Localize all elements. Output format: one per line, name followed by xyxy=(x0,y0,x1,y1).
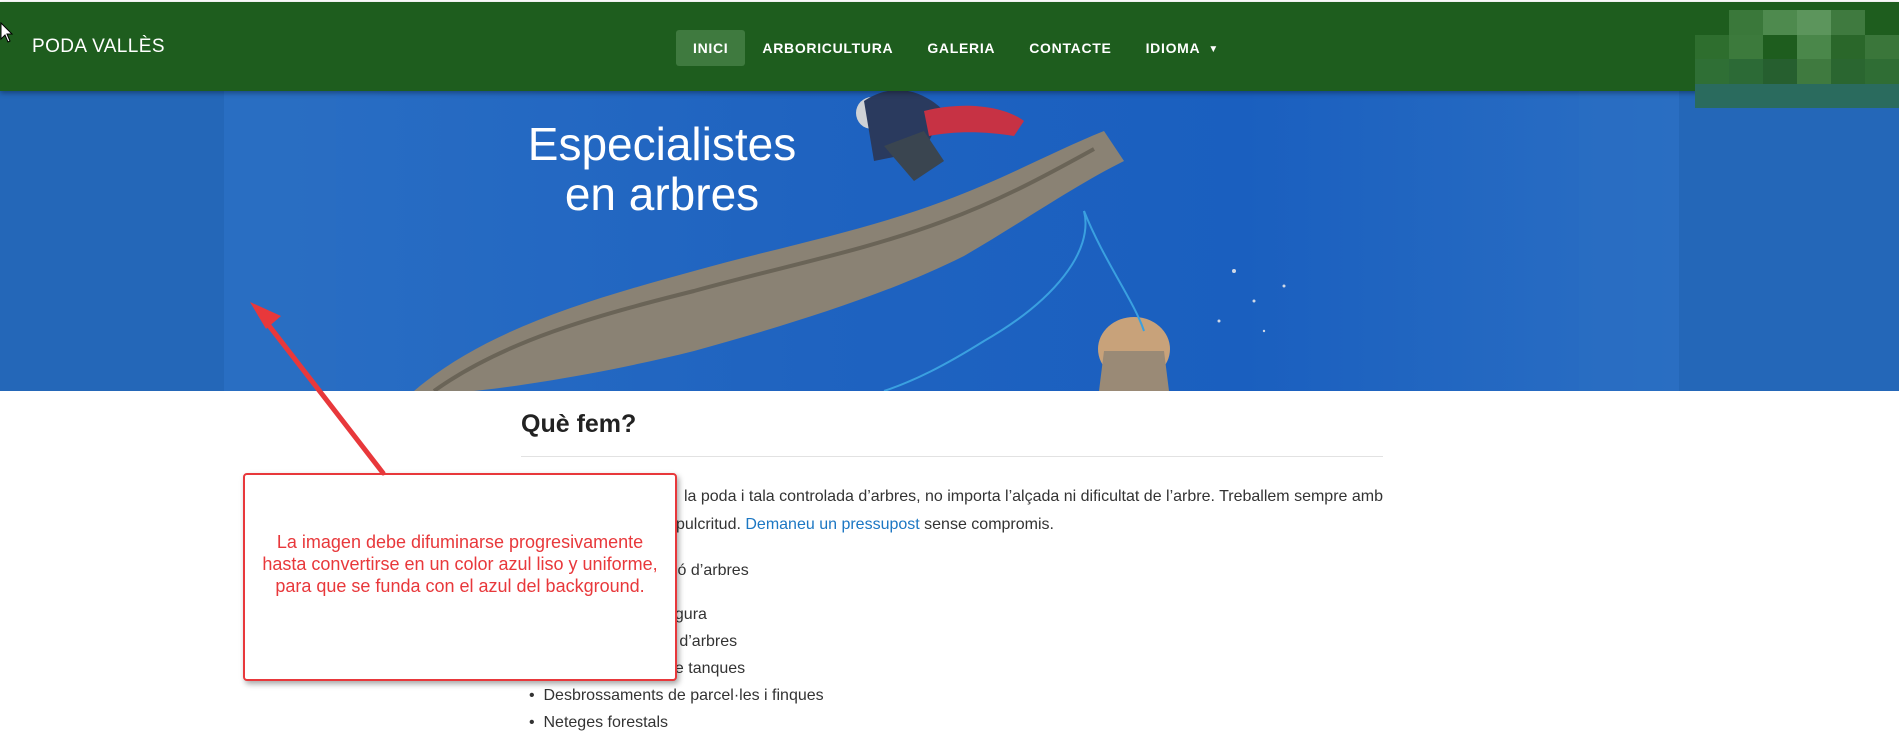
hero-image xyxy=(224,91,1679,391)
top-navbar: PODA VALLÈS INICI ARBORICULTURA GALERIA … xyxy=(0,2,1899,108)
main-nav: INICI ARBORICULTURA GALERIA CONTACTE IDI… xyxy=(676,30,1236,66)
quote-request-link[interactable]: Demaneu un pressupost xyxy=(745,516,919,533)
section-title: Què fem? xyxy=(521,391,1383,457)
nav-item-label: CONTACTE xyxy=(1029,40,1112,56)
nav-item-label: GALERIA xyxy=(927,40,996,56)
nav-item-inici[interactable]: INICI xyxy=(676,30,746,66)
hero-banner: Especialistes en arbres xyxy=(0,91,1899,391)
list-item: • Neteges forestals xyxy=(529,714,669,731)
pixelated-logo xyxy=(1695,10,1899,108)
annotation-text: La imagen debe difuminarse progresivamen… xyxy=(262,532,658,596)
caret-down-icon: ▼ xyxy=(1208,44,1219,55)
nav-item-idioma[interactable]: IDIOMA ▼ xyxy=(1129,30,1236,66)
hero-title-line2: en arbres xyxy=(564,168,760,220)
hero-title: Especialistes en arbres xyxy=(522,119,802,219)
site-brand[interactable]: PODA VALLÈS xyxy=(32,36,165,58)
nav-item-arboricultura[interactable]: ARBORICULTURA xyxy=(745,30,910,66)
nav-item-contacte[interactable]: CONTACTE xyxy=(1012,30,1128,66)
tree-climber-photo xyxy=(224,91,1679,391)
paragraph-line2-suffix: sense compromis. xyxy=(924,516,1054,533)
nav-item-label: IDIOMA xyxy=(1145,40,1201,56)
annotation-callout: La imagen debe difuminarse progresivamen… xyxy=(243,473,677,681)
paragraph-line2-prefix: pulcritud. xyxy=(676,516,741,533)
list-item: • Desbrossaments de parcel·les i finques xyxy=(529,687,824,704)
hero-title-line1: Especialistes xyxy=(527,118,797,170)
nav-item-galeria[interactable]: GALERIA xyxy=(910,30,1012,66)
nav-item-label: INICI xyxy=(693,40,729,56)
mouse-cursor-icon xyxy=(0,22,14,43)
nav-item-label: ARBORICULTURA xyxy=(762,40,894,56)
